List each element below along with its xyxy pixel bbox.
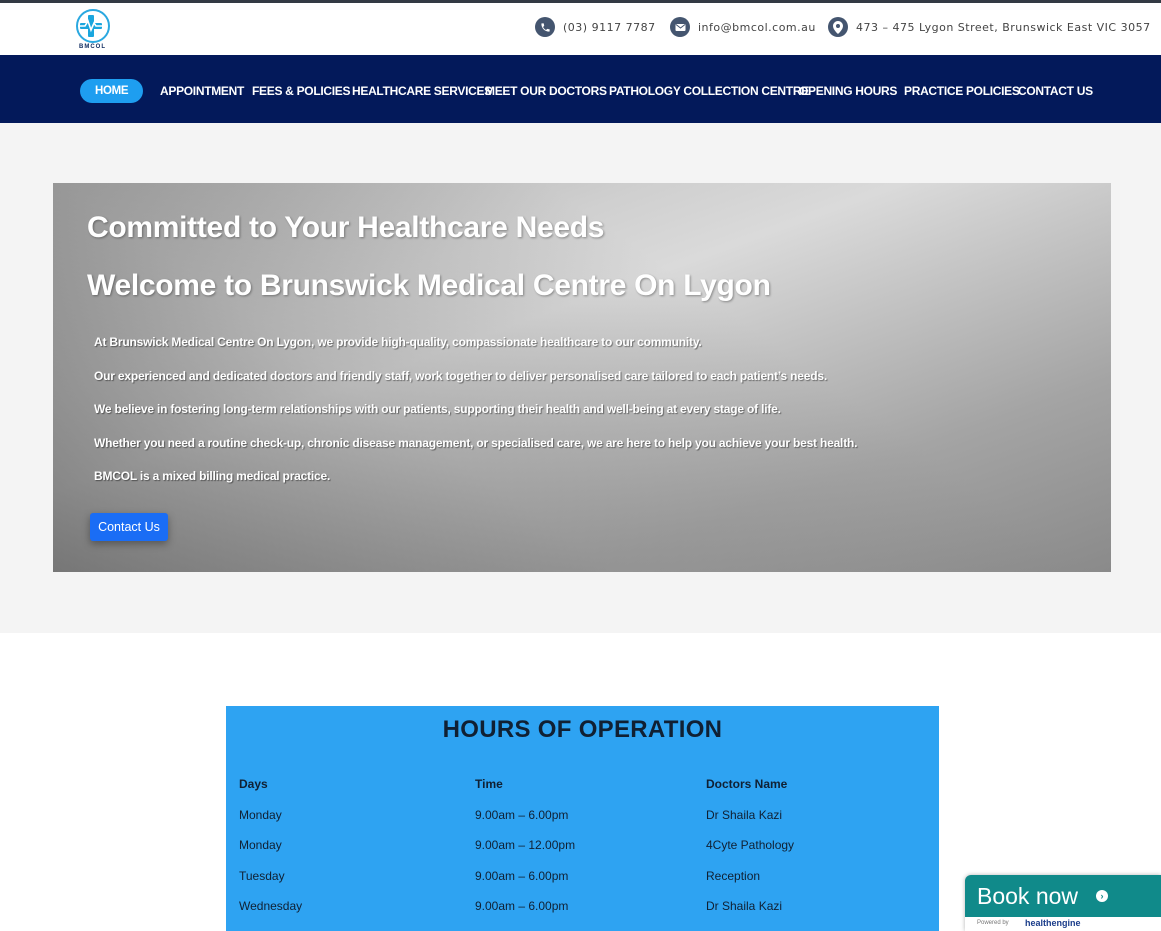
column-header-time: Time — [475, 777, 503, 791]
table-cell-doctor: Dr Shaila Kazi — [706, 899, 783, 913]
nav-healthcare-services[interactable]: HEALTHCARE SERVICES — [352, 79, 492, 103]
table-cell-time: 9.00am – 12.00pm — [475, 838, 576, 852]
nav-meet-our-doctors[interactable]: MEET OUR DOCTORS — [485, 79, 607, 103]
nav-fees-policies[interactable]: FEES & POLICIES — [252, 79, 350, 103]
hero-title-1: Committed to Your Healthcare Needs — [87, 211, 605, 244]
hours-of-operation: HOURS OF OPERATION Days Time Doctors Nam… — [226, 706, 939, 931]
table-cell-doctor: 4Cyte Pathology — [706, 838, 795, 852]
table-cell-day: Tuesday — [239, 869, 285, 883]
envelope-icon — [670, 17, 690, 37]
main-nav: HOME APPOINTMENT FEES & POLICIES HEALTHC… — [0, 55, 1161, 123]
table-cell-day: Wednesday — [239, 899, 303, 913]
healthengine-logo: healthengine — [1025, 918, 1081, 928]
phone-number: (03) 9117 7787 — [563, 20, 656, 34]
email-address: info@bmcol.com.au — [698, 20, 816, 34]
table-cell-day: Monday — [239, 838, 282, 852]
table-cell-doctor: Dr Shaila Kazi — [706, 808, 783, 822]
nav-practice-policies[interactable]: PRACTICE POLICIES — [904, 79, 1020, 103]
powered-by-text: Powered by — [977, 920, 1009, 926]
nav-opening-hours[interactable]: OPENING HOURS — [799, 79, 897, 103]
address-contact[interactable]: 473 – 475 Lygon Street, Brunswick East V… — [828, 17, 1151, 37]
nav-contact-us[interactable]: CONTACT US — [1018, 79, 1093, 103]
heartbeat-icon — [78, 19, 106, 33]
email-contact[interactable]: info@bmcol.com.au — [670, 17, 816, 37]
hero-paragraph: Whether you need a routine check-up, chr… — [94, 436, 858, 450]
logo-text: BMCOL — [79, 44, 106, 50]
top-header: BMCOL (03) 9117 7787 info@bmcol.com.au 4… — [0, 3, 1161, 55]
column-header-doctors: Doctors Name — [706, 777, 788, 791]
hero-banner: Committed to Your Healthcare Needs Welco… — [53, 183, 1111, 572]
book-now-label: Book now — [977, 883, 1079, 909]
table-cell-day: Monday — [239, 808, 282, 822]
table-cell-time: 9.00am – 6.00pm — [475, 899, 569, 913]
table-cell-doctor: Reception — [706, 869, 761, 883]
column-header-days: Days — [239, 777, 268, 791]
powered-by-bar: Powered by healthengine — [965, 917, 1161, 931]
hero-title-2: Welcome to Brunswick Medical Centre On L… — [87, 269, 771, 302]
hero-paragraph: BMCOL is a mixed billing medical practic… — [94, 469, 331, 483]
book-now-widget[interactable]: Book now › Powered by healthengine — [965, 875, 1161, 931]
street-address: 473 – 475 Lygon Street, Brunswick East V… — [856, 20, 1151, 34]
phone-icon — [535, 17, 555, 37]
table-cell-time: 9.00am – 6.00pm — [475, 869, 569, 883]
contact-us-button[interactable]: Contact Us — [90, 513, 168, 541]
table-cell-time: 9.00am – 6.00pm — [475, 808, 569, 822]
hero-paragraph: Our experienced and dedicated doctors an… — [94, 369, 827, 383]
hero-paragraph: At Brunswick Medical Centre On Lygon, we… — [94, 335, 702, 349]
nav-pathology-collection-centre[interactable]: PATHOLOGY COLLECTION CENTRE — [609, 79, 809, 103]
phone-contact[interactable]: (03) 9117 7787 — [535, 17, 656, 37]
nav-appointment[interactable]: APPOINTMENT — [160, 79, 244, 103]
map-pin-icon — [828, 17, 848, 37]
site-logo[interactable]: BMCOL — [74, 9, 112, 53]
hours-title: HOURS OF OPERATION — [442, 716, 723, 743]
nav-home[interactable]: HOME — [80, 79, 144, 103]
arrow-right-icon: › — [1096, 890, 1108, 902]
hero-paragraph: We believe in fostering long-term relati… — [94, 402, 781, 416]
